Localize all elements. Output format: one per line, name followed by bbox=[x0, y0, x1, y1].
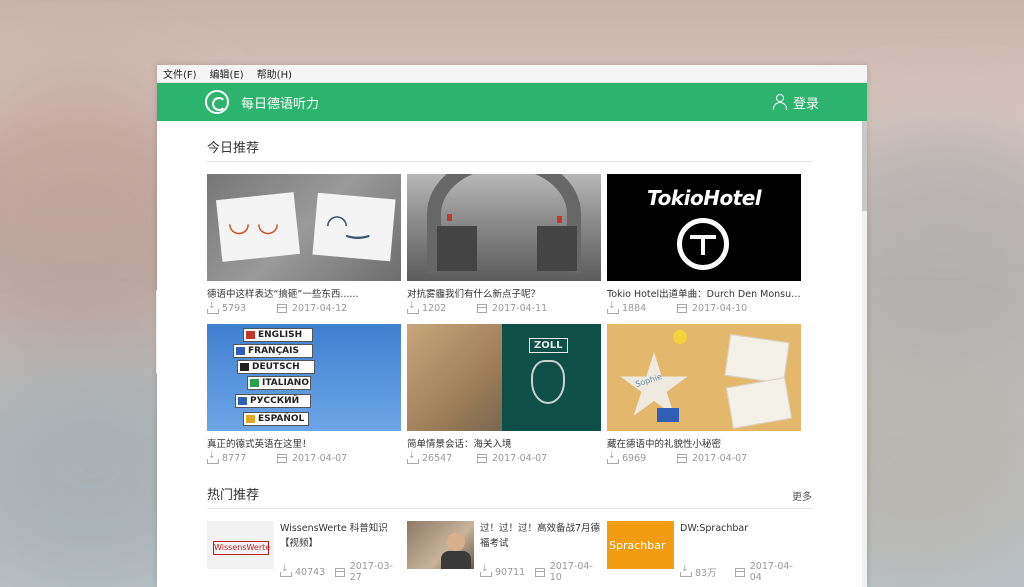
download-icon bbox=[280, 564, 292, 577]
hot-item-meta: 40743 2017-03-27 bbox=[280, 561, 402, 583]
card-meta: 5793 2017-04-12 bbox=[207, 301, 401, 314]
section-title: 今日推荐 bbox=[207, 141, 260, 156]
hot-item-meta: 90711 2017-04-10 bbox=[480, 561, 602, 583]
download-icon bbox=[407, 451, 419, 464]
section-title: 热门推荐 bbox=[207, 488, 260, 503]
calendar-icon bbox=[277, 454, 287, 463]
article-card[interactable]: ◡ ◡◠‿ 德语中这样表达“搞砸”一些东西...... 5793 2017-04… bbox=[207, 174, 401, 314]
language-signs-image[interactable]: ENGLISH FRANÇAIS DEUTSCH ITALIANO РУССКИ… bbox=[207, 324, 401, 431]
download-count: 1202 bbox=[422, 303, 447, 314]
menu-file[interactable]: 文件(F) bbox=[163, 66, 197, 81]
download-count: 40743 bbox=[295, 566, 326, 578]
today-grid: ◡ ◡◠‿ 德语中这样表达“搞砸”一些东西...... 5793 2017-04… bbox=[207, 174, 812, 464]
hot-item[interactable]: Sprachbar DW:Sprachbar 83万 2017-04-04 bbox=[607, 521, 807, 583]
download-icon bbox=[207, 301, 219, 314]
article-card[interactable]: TokioHotel Tokio Hotel出道单曲：Durch Den Mon… bbox=[607, 174, 801, 314]
hot-item-meta: 83万 2017-04-04 bbox=[680, 561, 802, 583]
download-icon bbox=[607, 301, 619, 314]
menu-edit[interactable]: 编辑(E) bbox=[210, 66, 244, 81]
download-icon bbox=[480, 564, 492, 577]
card-date: 2017-04-07 bbox=[492, 453, 548, 464]
calendar-icon bbox=[735, 567, 745, 577]
scrollbar-thumb[interactable] bbox=[862, 121, 867, 211]
article-card[interactable]: ZOLL 简单情景会话：海关入境 26547 2017-04-07 bbox=[407, 324, 601, 464]
calendar-icon bbox=[477, 304, 487, 313]
user-icon bbox=[772, 94, 787, 110]
card-title[interactable]: 德语中这样表达“搞砸”一些东西...... bbox=[207, 286, 401, 299]
hot-section-header: 热门推荐 更多 bbox=[207, 484, 812, 509]
smog-village-image[interactable] bbox=[407, 174, 601, 281]
more-link[interactable]: 更多 bbox=[792, 488, 812, 503]
download-count: 1884 bbox=[622, 303, 647, 314]
card-title[interactable]: 藏在德语中的礼貌性小秘密 bbox=[607, 436, 801, 449]
article-card[interactable]: ENGLISH FRANÇAIS DEUTSCH ITALIANO РУССКИ… bbox=[207, 324, 401, 464]
download-icon bbox=[607, 451, 619, 464]
hot-item-date: 2017-04-10 bbox=[549, 561, 593, 583]
card-title[interactable]: 简单情景会话：海关入境 bbox=[407, 436, 601, 449]
card-title[interactable]: 真正的德式英语在这里！ bbox=[207, 436, 401, 449]
emoji-signs-image[interactable]: ◡ ◡ ◠‿ bbox=[207, 174, 401, 281]
menu-bar: 文件(F) 编辑(E) 帮助(H) bbox=[157, 65, 867, 83]
card-date: 2017-04-11 bbox=[492, 303, 548, 314]
calendar-icon bbox=[535, 567, 545, 577]
download-icon bbox=[680, 564, 692, 577]
hot-item-title[interactable]: DW:Sprachbar bbox=[680, 521, 802, 551]
card-title[interactable]: 对抗雾霾我们有什么新点子呢？ bbox=[407, 286, 601, 299]
hot-item-title[interactable]: WissensWerte 科普知识【视频】 bbox=[280, 521, 402, 551]
app-title: 每日德语听力 bbox=[241, 96, 320, 112]
card-meta: 6969 2017-04-07 bbox=[607, 451, 801, 464]
download-count: 90711 bbox=[495, 566, 526, 578]
download-icon bbox=[207, 451, 219, 464]
today-section-header: 今日推荐 bbox=[207, 137, 812, 162]
hot-list: WissensWerte WissensWerte 科普知识【视频】 40743… bbox=[207, 521, 812, 583]
article-card[interactable]: 对抗雾霾我们有什么新点子呢？ 1202 2017-04-11 bbox=[407, 174, 601, 314]
card-date: 2017-04-07 bbox=[292, 453, 348, 464]
download-count: 26547 bbox=[422, 453, 453, 464]
sprachbar-image[interactable]: Sprachbar bbox=[607, 521, 674, 569]
card-meta: 1884 2017-04-10 bbox=[607, 301, 801, 314]
hot-item-date: 2017-03-27 bbox=[349, 561, 393, 583]
card-meta: 1202 2017-04-11 bbox=[407, 301, 601, 314]
download-count: 6969 bbox=[622, 453, 647, 464]
sophie-star-image[interactable]: Sophie bbox=[607, 324, 801, 431]
card-date: 2017-04-07 bbox=[692, 453, 748, 464]
article-card[interactable]: Sophie 藏在德语中的礼貌性小秘密 6969 2017-04-07 bbox=[607, 324, 801, 464]
calendar-icon bbox=[477, 454, 487, 463]
login-label: 登录 bbox=[792, 96, 819, 112]
main-content: 今日推荐 ◡ ◡◠‿ 德语中这样表达“搞砸”一些东西...... 5793 20… bbox=[157, 137, 867, 583]
card-title[interactable]: Tokio Hotel出道单曲：Durch Den Monsun ... bbox=[607, 286, 801, 299]
menu-help[interactable]: 帮助(H) bbox=[257, 66, 292, 81]
card-meta: 8777 2017-04-07 bbox=[207, 451, 401, 464]
card-meta: 26547 2017-04-07 bbox=[407, 451, 601, 464]
hot-item-date: 2017-04-04 bbox=[749, 561, 793, 583]
login-button[interactable]: 登录 bbox=[772, 93, 819, 112]
hot-item[interactable]: 过！过！过！高效备战7月德福考试 90711 2017-04-10 bbox=[407, 521, 607, 583]
hot-item[interactable]: WissensWerte WissensWerte 科普知识【视频】 40743… bbox=[207, 521, 407, 583]
download-icon bbox=[407, 301, 419, 314]
calendar-icon bbox=[277, 304, 287, 313]
calendar-icon bbox=[335, 567, 345, 577]
hot-item-title[interactable]: 过！过！过！高效备战7月德福考试 bbox=[480, 521, 602, 551]
calendar-icon bbox=[677, 454, 687, 463]
card-date: 2017-04-12 bbox=[292, 303, 348, 314]
customs-image[interactable]: ZOLL bbox=[407, 324, 601, 431]
app-header: 每日德语听力 登录 bbox=[157, 83, 867, 121]
app-window: 文件(F) 编辑(E) 帮助(H) 每日德语听力 登录 今日推荐 ◡ ◡◠‿ bbox=[157, 65, 867, 587]
exam-study-image[interactable] bbox=[407, 521, 474, 569]
tokio-hotel-image[interactable]: TokioHotel bbox=[607, 174, 801, 281]
download-count: 5793 bbox=[222, 303, 247, 314]
calendar-icon bbox=[677, 304, 687, 313]
download-count: 8777 bbox=[222, 453, 247, 464]
wissenswerte-image[interactable]: WissensWerte bbox=[207, 521, 274, 569]
card-date: 2017-04-10 bbox=[692, 303, 748, 314]
scrollbar[interactable] bbox=[862, 121, 867, 587]
download-count: 83万 bbox=[695, 568, 717, 579]
app-logo-icon bbox=[205, 90, 229, 114]
